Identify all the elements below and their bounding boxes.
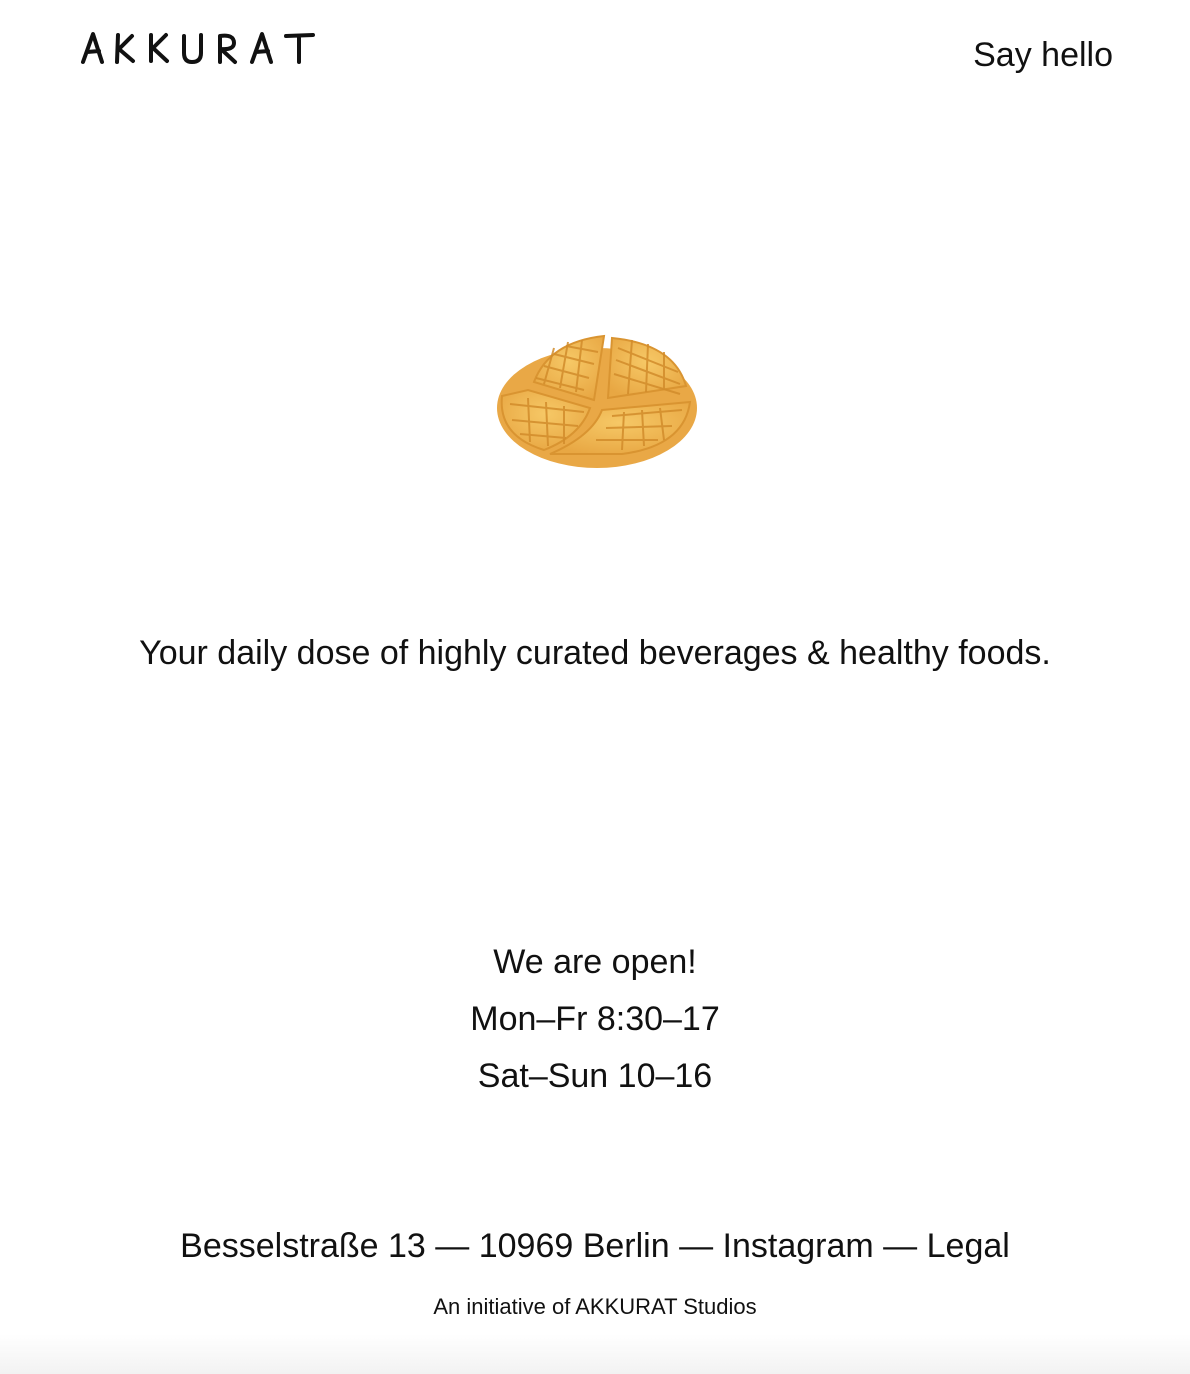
bottom-fade — [0, 1334, 1190, 1374]
hours-heading: We are open! — [493, 943, 697, 981]
tagline: Your daily dose of highly curated bevera… — [139, 634, 1051, 672]
separator: — — [425, 1227, 479, 1265]
hours-weekend: Sat–Sun 10–16 — [477, 1057, 713, 1095]
address: Besselstraße 13 — [180, 1227, 426, 1265]
waffle-icon — [494, 326, 700, 472]
akkurat-logo-mark — [81, 32, 315, 64]
initiative-note: An initiative of AKKURAT Studios — [433, 1294, 757, 1319]
footer-links: Besselstraße 13 — 10969 Berlin — Instagr… — [0, 1222, 1190, 1270]
city: 10969 Berlin — [478, 1227, 670, 1265]
instagram-link[interactable]: Instagram — [723, 1227, 874, 1265]
say-hello-link[interactable]: Say hello — [973, 34, 1113, 76]
hours-weekdays: Mon–Fr 8:30–17 — [470, 1000, 720, 1038]
opening-hours: We are open! Mon–Fr 8:30–17 Sat–Sun 10–1… — [0, 934, 1190, 1105]
separator: — — [873, 1227, 927, 1265]
separator: — — [669, 1227, 723, 1265]
akkurat-logo[interactable] — [80, 30, 338, 70]
legal-link[interactable]: Legal — [927, 1227, 1010, 1265]
